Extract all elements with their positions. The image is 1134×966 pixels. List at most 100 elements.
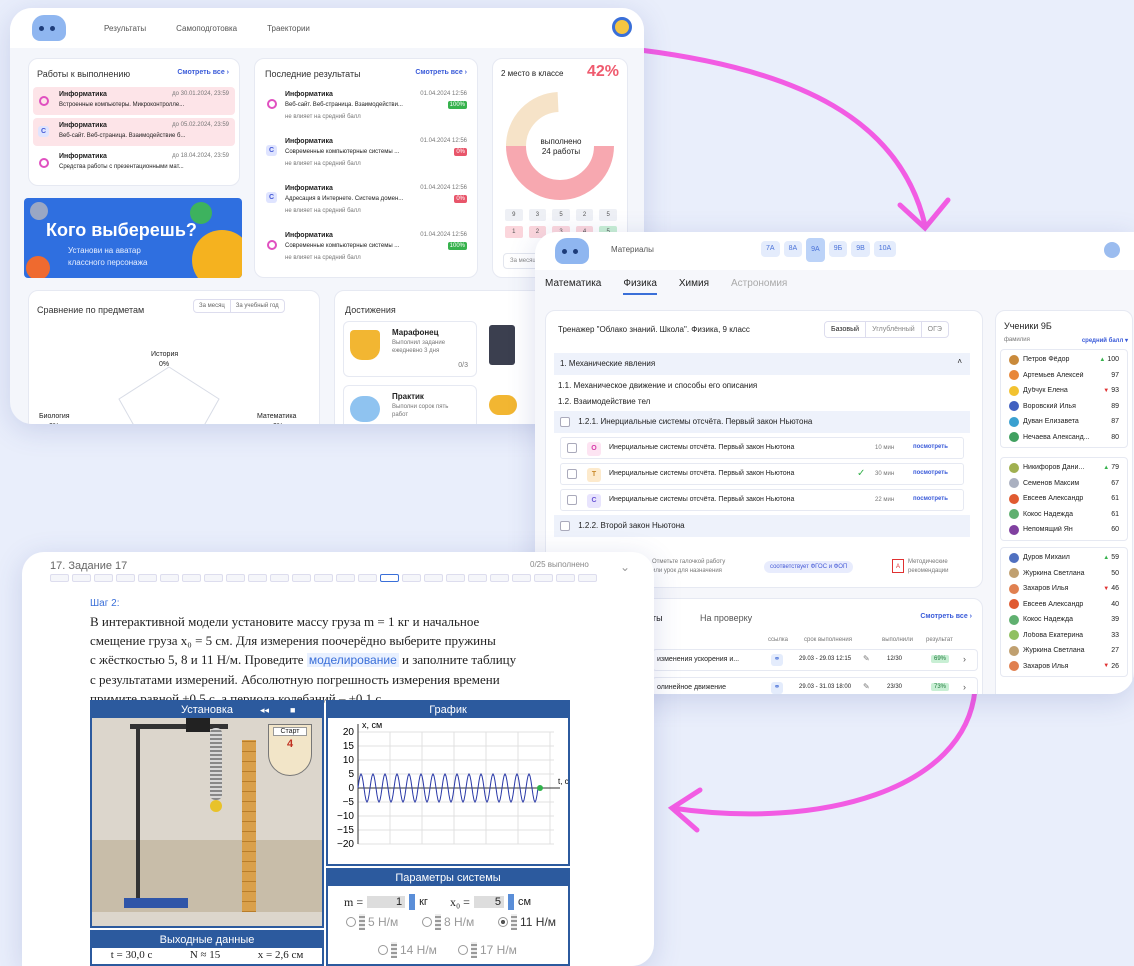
view-link[interactable]: посмотреть — [913, 496, 948, 502]
student-row[interactable]: Артемьев Алексей 97 — [1001, 368, 1127, 384]
level-basic[interactable]: Базовый — [825, 322, 867, 337]
level-oge[interactable]: ОГЭ — [922, 322, 948, 337]
class-tab[interactable]: 7А — [761, 241, 780, 257]
result-item[interactable]: Информатика 01.04.2024 12:56 Современные к… — [261, 230, 471, 270]
pdf-label[interactable]: Методические — [908, 559, 948, 565]
spring-option[interactable]: 11 Н/м — [498, 914, 556, 930]
nav-results[interactable]: Результаты — [104, 24, 146, 33]
progress-cell[interactable] — [50, 574, 69, 582]
student-row[interactable]: Никифоров Дани... ▲ 79 — [1001, 460, 1127, 476]
level-advanced[interactable]: Углублённый — [866, 322, 922, 337]
work-row[interactable]: олинейное движение ⚭ 29.03 - 31.03 18:00 ✎ 2… — [652, 677, 978, 694]
nav-self-study[interactable]: Самоподготовка — [176, 24, 237, 33]
student-row[interactable]: Семенов Максим 67 — [1001, 476, 1127, 492]
tab-month[interactable]: За месяц — [194, 300, 231, 312]
pdf-icon[interactable]: A — [892, 559, 904, 573]
character-banner[interactable]: Кого выберешь? Установи на аватар классн… — [24, 198, 242, 278]
student-row[interactable]: Воровский Илья 89 — [1001, 399, 1127, 415]
progress-cell[interactable] — [556, 574, 575, 582]
student-row[interactable]: Кокос Надежда 39 — [1001, 612, 1127, 628]
student-row[interactable]: Дуван Елизавета 87 — [1001, 414, 1127, 430]
progress-cell[interactable] — [138, 574, 157, 582]
spinner-icon[interactable] — [507, 894, 514, 910]
progress-cell[interactable] — [314, 574, 333, 582]
topic-row[interactable]: 1.2.2. Второй закон Ньютона — [554, 515, 970, 537]
link-icon[interactable]: ⚭ — [771, 654, 783, 666]
progress-cell[interactable] — [204, 574, 223, 582]
work-item[interactable]: Информатика до 30.01.2024, 23:59 Встроен… — [33, 87, 235, 115]
chevron-down-icon[interactable]: ⌄ — [620, 560, 630, 574]
timer[interactable]: Старт 4 — [268, 724, 312, 776]
spring-option[interactable]: 17 Н/м — [458, 942, 517, 958]
topic-row[interactable]: 1.2.1. Инерциальные системы отсчёта. Пер… — [554, 411, 970, 433]
student-row[interactable]: Захаров Илья ▼ 26 — [1001, 659, 1127, 675]
stop-button[interactable]: ■ — [290, 702, 295, 718]
result-item[interactable]: С Информатика 01.04.2024 12:56 Современные … — [261, 136, 471, 176]
logo-icon[interactable] — [32, 15, 66, 41]
logo-icon[interactable] — [555, 238, 589, 264]
chevron-right-icon[interactable]: › — [963, 682, 966, 692]
progress-cell[interactable] — [226, 574, 245, 582]
work-item[interactable]: С Информатика до 05.02.2024, 23:59 Веб-с… — [33, 118, 235, 146]
view-link[interactable]: посмотреть — [913, 470, 948, 476]
student-row[interactable]: Захаров Илья ▼ 46 — [1001, 581, 1127, 597]
lesson-row[interactable]: О Инерциальные системы отсчёта. Первый за… — [560, 437, 964, 459]
user-icon[interactable] — [1104, 242, 1120, 258]
progress-cell[interactable] — [248, 574, 267, 582]
progress-cell[interactable] — [336, 574, 355, 582]
progress-cell[interactable] — [490, 574, 509, 582]
checkbox[interactable] — [567, 495, 577, 505]
link-icon[interactable]: ⚭ — [771, 682, 783, 694]
pdf-label[interactable]: рекомендации — [908, 568, 948, 574]
student-row[interactable]: Нечаева Александ... 80 — [1001, 430, 1127, 446]
work-item[interactable]: Информатика до 18.04.2024, 23:59 Средств… — [33, 149, 235, 177]
class-tab[interactable]: 8А — [783, 241, 803, 257]
radio-button[interactable] — [422, 917, 432, 927]
avatar[interactable] — [612, 17, 632, 37]
results-see-all[interactable]: Смотреть все › — [415, 69, 467, 76]
progress-cell[interactable] — [116, 574, 135, 582]
section-header[interactable]: 1. Механические явления ˄ — [554, 353, 970, 375]
result-item[interactable]: Информатика 01.04.2024 12:56 Веб-сайт. Веб… — [261, 89, 471, 129]
progress-cell[interactable] — [380, 574, 399, 582]
class-tab[interactable]: 9А — [806, 238, 825, 262]
edit-icon[interactable]: ✎ — [863, 682, 870, 691]
nav-materials[interactable]: Материалы — [611, 245, 654, 254]
student-row[interactable]: Дубчук Елена ▼ 93 — [1001, 383, 1127, 399]
student-row[interactable]: Лобова Екатерина 33 — [1001, 628, 1127, 644]
progress-cell[interactable] — [578, 574, 597, 582]
achievement-book-icon[interactable] — [489, 325, 515, 365]
subsection[interactable]: 1.1. Механическое движение и способы его… — [558, 381, 757, 390]
radio-button[interactable] — [498, 917, 508, 927]
spring-option[interactable]: 8 Н/м — [422, 914, 474, 930]
subsection[interactable]: 1.2. Взаимодействие тел — [558, 397, 650, 406]
progress-cell[interactable] — [534, 574, 553, 582]
spring-option[interactable]: 5 Н/м — [346, 914, 398, 930]
progress-cell[interactable] — [160, 574, 179, 582]
progress-cell[interactable] — [358, 574, 377, 582]
progress-cell[interactable] — [94, 574, 113, 582]
rank-cell[interactable]: 2 — [575, 209, 594, 221]
works-see-all[interactable]: Смотреть все › — [177, 69, 229, 76]
progress-cell[interactable] — [512, 574, 531, 582]
tab-year[interactable]: За учебный год — [231, 300, 284, 312]
achievement-goggles-icon[interactable] — [489, 395, 517, 415]
class-tab[interactable]: 9В — [851, 241, 870, 257]
chevron-right-icon[interactable]: › — [963, 654, 966, 664]
rank-cell[interactable]: 5 — [599, 209, 617, 221]
checkbox[interactable] — [567, 469, 577, 479]
progress-cell[interactable] — [468, 574, 487, 582]
spring-option[interactable]: 14 Н/м — [378, 942, 437, 958]
lesson-row[interactable]: Т Инерциальные системы отсчёта. Первый за… — [560, 463, 964, 485]
mass-input[interactable]: 1 — [367, 896, 406, 908]
edit-icon[interactable]: ✎ — [863, 654, 870, 663]
checkbox[interactable] — [560, 417, 570, 427]
tab-physics[interactable]: Физика — [623, 278, 657, 295]
progress-cell[interactable] — [182, 574, 201, 582]
rank-cell[interactable]: 9 — [505, 209, 523, 221]
progress-cell[interactable] — [270, 574, 289, 582]
tab-math[interactable]: Математика — [545, 278, 601, 295]
student-row[interactable]: Кокос Надежда 61 — [1001, 507, 1127, 523]
sort-dropdown[interactable]: средний балл ▾ — [1082, 337, 1128, 344]
student-row[interactable]: Петров Фёдор ▲ 100 — [1001, 352, 1127, 368]
